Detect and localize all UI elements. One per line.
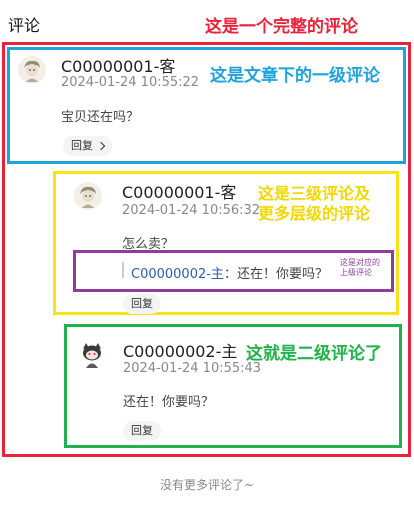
reply-label: 回复 xyxy=(131,424,153,437)
comment-username: C00000001-客 xyxy=(61,57,176,76)
quoted-content: ：还在！你要吗？ xyxy=(224,267,329,282)
comment-content: 还在！你要吗？ xyxy=(123,395,215,410)
comment-timestamp: 2024-01-24 10:56:32 xyxy=(122,203,261,218)
reply-button[interactable]: 回复 xyxy=(123,294,161,314)
comment-content: 宝贝还在吗？ xyxy=(61,110,140,125)
reply-button[interactable]: 回复 xyxy=(63,136,112,156)
reply-button[interactable]: 回复 xyxy=(123,421,161,441)
annotation-level3-line2: 更多层级的评论 xyxy=(258,204,371,223)
quoted-username[interactable]: C00000002-主 xyxy=(131,263,224,282)
quote-divider xyxy=(122,262,124,278)
comment-timestamp: 2024-01-24 10:55:43 xyxy=(123,361,262,376)
annotation-level2: 这就是二级评论了 xyxy=(246,344,382,364)
annotation-quote-line2: 上级评论 xyxy=(340,268,372,277)
chevron-right-icon xyxy=(96,141,106,151)
comment-content: 怎么卖？ xyxy=(122,237,175,252)
page-title: 评论 xyxy=(8,16,41,35)
comment-timestamp: 2024-01-24 10:55:22 xyxy=(61,75,200,90)
avatar[interactable] xyxy=(77,340,107,370)
reply-label: 回复 xyxy=(131,297,153,310)
comment-username: C00000001-客 xyxy=(122,183,237,202)
no-more-comments-text: 没有更多评论了~ xyxy=(159,478,255,492)
comment-username: C00000002-主 xyxy=(123,342,238,361)
avatar[interactable] xyxy=(74,182,102,210)
avatar[interactable] xyxy=(18,56,46,84)
annotation-outer: 这是一个完整的评论 xyxy=(205,17,358,37)
reply-label: 回复 xyxy=(71,139,93,152)
annotation-level1: 这是文章下的一级评论 xyxy=(210,66,380,86)
